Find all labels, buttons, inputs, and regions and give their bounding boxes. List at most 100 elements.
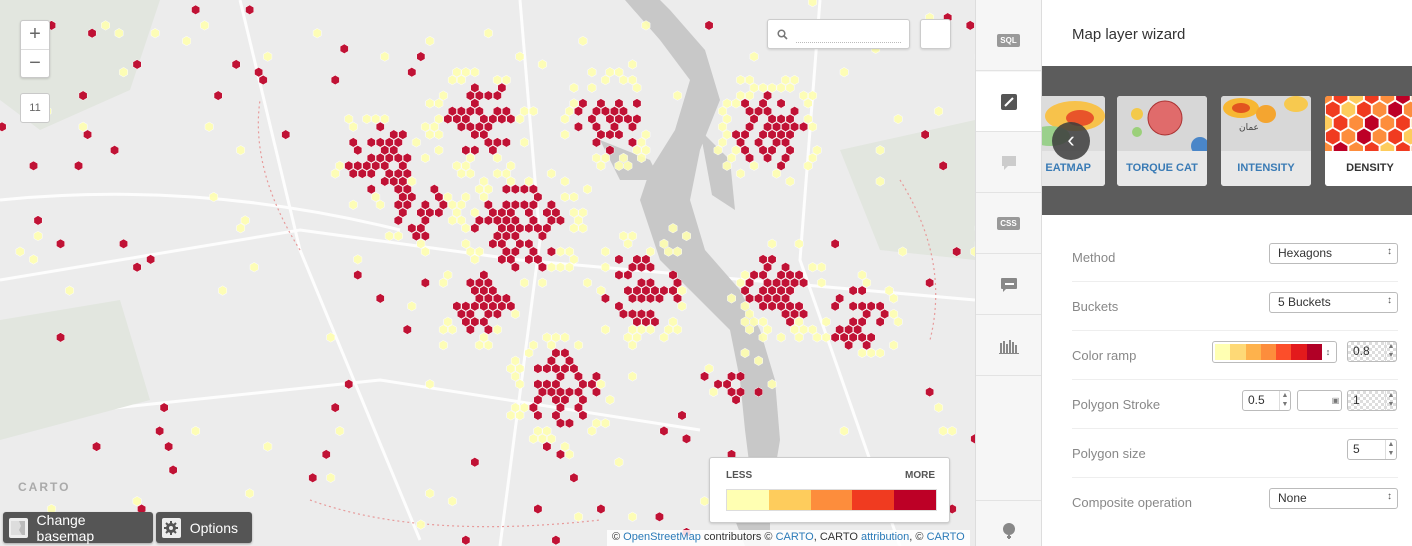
carto-link[interactable]: CARTO bbox=[776, 531, 814, 543]
spinner-icon[interactable]: ▲ ▼ bbox=[1385, 391, 1396, 410]
spinner-icon[interactable]: ▲ ▼ bbox=[1385, 440, 1396, 459]
density-hexagon bbox=[515, 113, 525, 125]
density-hexagon bbox=[587, 425, 597, 437]
density-hexagon bbox=[132, 262, 142, 273]
density-hexagon bbox=[619, 106, 628, 117]
rail-add-layer[interactable] bbox=[976, 500, 1041, 546]
density-hexagon bbox=[483, 90, 493, 101]
density-hexagon bbox=[501, 74, 511, 86]
density-hexagon bbox=[411, 137, 421, 148]
density-hexagon bbox=[474, 184, 484, 195]
card-intensity[interactable]: ﻋﻤﺎن INTENSITY bbox=[1221, 96, 1311, 186]
rail-legend[interactable] bbox=[976, 255, 1041, 315]
attribution-link[interactable]: attribution bbox=[861, 531, 909, 543]
density-hexagon bbox=[848, 285, 858, 296]
density-hexagon bbox=[447, 106, 457, 117]
density-hexagon bbox=[533, 394, 543, 405]
density-hexagon bbox=[366, 137, 376, 148]
spinner-icon[interactable]: ▲ ▼ bbox=[1385, 342, 1396, 361]
density-hexagon bbox=[528, 433, 538, 444]
carousel-prev-button[interactable]: ‹ bbox=[1052, 122, 1090, 160]
map-canvas[interactable]: + − 11 CARTO LESS MORE Change basemap Op… bbox=[0, 0, 975, 546]
composite-select[interactable]: None bbox=[1269, 488, 1398, 509]
density-hexagon bbox=[628, 308, 637, 320]
density-hexagon bbox=[641, 145, 651, 156]
density-hexagon bbox=[438, 340, 448, 351]
density-hexagon bbox=[479, 113, 489, 125]
density-hexagon bbox=[812, 332, 822, 343]
density-hexagon bbox=[375, 152, 385, 164]
legend-icon bbox=[1000, 277, 1017, 292]
options-button[interactable]: Options bbox=[156, 512, 252, 543]
density-hexagon bbox=[497, 207, 507, 218]
rail-sql[interactable]: SQL bbox=[976, 11, 1041, 71]
density-hexagon bbox=[628, 59, 637, 70]
density-hexagon bbox=[664, 246, 673, 257]
density-hexagon bbox=[776, 129, 786, 140]
density-hexagon bbox=[758, 129, 768, 140]
density-hexagon bbox=[758, 301, 768, 312]
density-hexagon bbox=[258, 74, 268, 86]
density-hexagon bbox=[740, 301, 750, 312]
density-hexagon bbox=[470, 316, 480, 327]
density-hexagon bbox=[353, 145, 363, 156]
map-search-box[interactable] bbox=[767, 19, 910, 49]
buckets-select[interactable]: 5 Buckets bbox=[1269, 292, 1398, 313]
stroke-color-picker[interactable]: ▣ bbox=[1297, 390, 1342, 411]
density-hexagon bbox=[875, 145, 885, 156]
rail-filters[interactable] bbox=[976, 316, 1041, 376]
density-hexagon bbox=[659, 332, 669, 343]
density-hexagon bbox=[614, 160, 624, 171]
density-hexagon bbox=[560, 347, 570, 359]
density-hexagon bbox=[934, 402, 944, 413]
ramp-opacity-input[interactable]: 0.8 ▲ ▼ bbox=[1347, 341, 1397, 362]
stroke-width-input[interactable]: 0.5 ▲ ▼ bbox=[1242, 390, 1291, 411]
card-torque-cat[interactable]: TORQUE CAT bbox=[1117, 96, 1207, 186]
density-hexagon bbox=[551, 535, 561, 546]
density-hexagon bbox=[402, 324, 412, 335]
density-hexagon bbox=[501, 106, 511, 117]
density-hexagon bbox=[488, 207, 498, 218]
polygon-size-input[interactable]: 5 ▲ ▼ bbox=[1347, 439, 1397, 460]
density-hexagon bbox=[465, 308, 475, 320]
density-hexagon bbox=[578, 394, 588, 405]
map-share-button[interactable] bbox=[920, 19, 951, 49]
card-density[interactable]: DENSITY bbox=[1325, 96, 1412, 186]
method-select[interactable]: Hexagons bbox=[1269, 243, 1398, 264]
density-hexagon bbox=[925, 277, 935, 288]
spinner-icon[interactable]: ▲ ▼ bbox=[1279, 391, 1290, 410]
rail-wizard[interactable] bbox=[976, 72, 1041, 132]
density-hexagon bbox=[839, 332, 849, 343]
color-ramp-picker[interactable]: ↕ bbox=[1212, 341, 1337, 363]
density-hexagon bbox=[659, 238, 669, 249]
carto-link-2[interactable]: CARTO bbox=[927, 531, 965, 543]
density-hexagon bbox=[569, 472, 579, 483]
density-hexagon bbox=[835, 324, 845, 335]
density-hexagon bbox=[393, 137, 403, 148]
density-hexagon bbox=[623, 113, 633, 125]
density-hexagon bbox=[677, 301, 687, 312]
density-hexagon bbox=[501, 168, 511, 179]
osm-link[interactable]: OpenStreetMap bbox=[623, 531, 701, 543]
density-hexagon bbox=[465, 168, 475, 179]
density-hexagon bbox=[781, 277, 790, 288]
rail-css[interactable]: CSS bbox=[976, 194, 1041, 254]
change-basemap-button[interactable]: Change basemap bbox=[3, 512, 153, 544]
density-hexagon bbox=[519, 184, 529, 195]
composite-row: Composite operation None bbox=[1072, 478, 1398, 527]
polygon-size-row: Polygon size 5 ▲ ▼ bbox=[1072, 429, 1398, 478]
zoom-in-button[interactable]: + bbox=[21, 21, 49, 49]
card-density-label: DENSITY bbox=[1325, 151, 1412, 186]
density-hexagon bbox=[619, 308, 628, 320]
stroke-opacity-input[interactable]: 1 ▲ ▼ bbox=[1347, 390, 1397, 411]
rail-infowindow[interactable] bbox=[976, 133, 1041, 193]
map-search-input[interactable] bbox=[796, 25, 901, 43]
density-hexagon bbox=[763, 106, 772, 117]
density-hexagon bbox=[718, 106, 727, 117]
density-hexagon bbox=[191, 4, 201, 15]
zoom-out-button[interactable]: − bbox=[21, 49, 49, 77]
density-hexagon bbox=[772, 137, 781, 148]
density-hexagon bbox=[785, 285, 795, 296]
density-hexagon bbox=[510, 230, 520, 242]
attribution-contrib: contributors © bbox=[703, 531, 773, 543]
